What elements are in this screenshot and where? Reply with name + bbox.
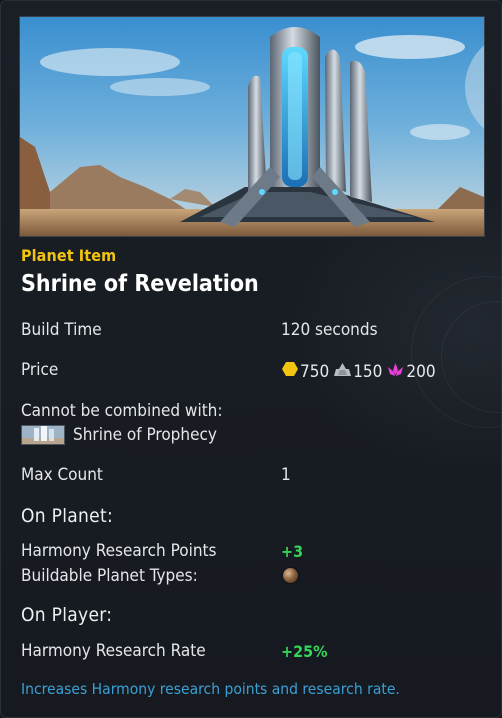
combination-label: Cannot be combined with: (21, 401, 223, 421)
price-values: 750 150 200 (282, 361, 441, 382)
harmony-research-points-label: Harmony Research Points (21, 541, 217, 561)
build-time-value: 120 seconds (281, 320, 378, 340)
price-credits-amount: 750 (300, 361, 330, 382)
on-planet-heading: On Planet: (21, 505, 114, 527)
item-category: Planet Item (21, 246, 117, 265)
on-player-heading: On Player: (21, 604, 113, 626)
max-count-value: 1 (281, 465, 291, 485)
item-hero-image (19, 16, 485, 237)
combination-item-name[interactable]: Shrine of Prophecy (73, 425, 217, 445)
crystal-lotus-icon (387, 362, 404, 382)
harmony-research-points-value: +3 (281, 542, 304, 561)
item-title: Shrine of Revelation (21, 271, 259, 297)
build-time-label: Build Time (21, 320, 102, 340)
max-count-label: Max Count (21, 465, 103, 485)
item-description: Increases Harmony research points and re… (21, 680, 400, 698)
hexagon-credits-icon (282, 361, 298, 382)
harmony-research-rate-label: Harmony Research Rate (21, 641, 206, 661)
metal-ore-icon (334, 362, 352, 382)
price-label: Price (21, 360, 59, 380)
shrine-of-prophecy-thumbnail (21, 425, 65, 445)
price-metal-amount: 150 (353, 361, 383, 382)
desert-planet-icon (283, 568, 298, 583)
buildable-planet-types-label: Buildable Planet Types: (21, 566, 198, 586)
price-crystal-amount: 200 (406, 361, 436, 382)
item-tooltip-card: Planet Item Shrine of Revelation Build T… (0, 0, 502, 718)
harmony-research-rate-value: +25% (281, 642, 328, 661)
